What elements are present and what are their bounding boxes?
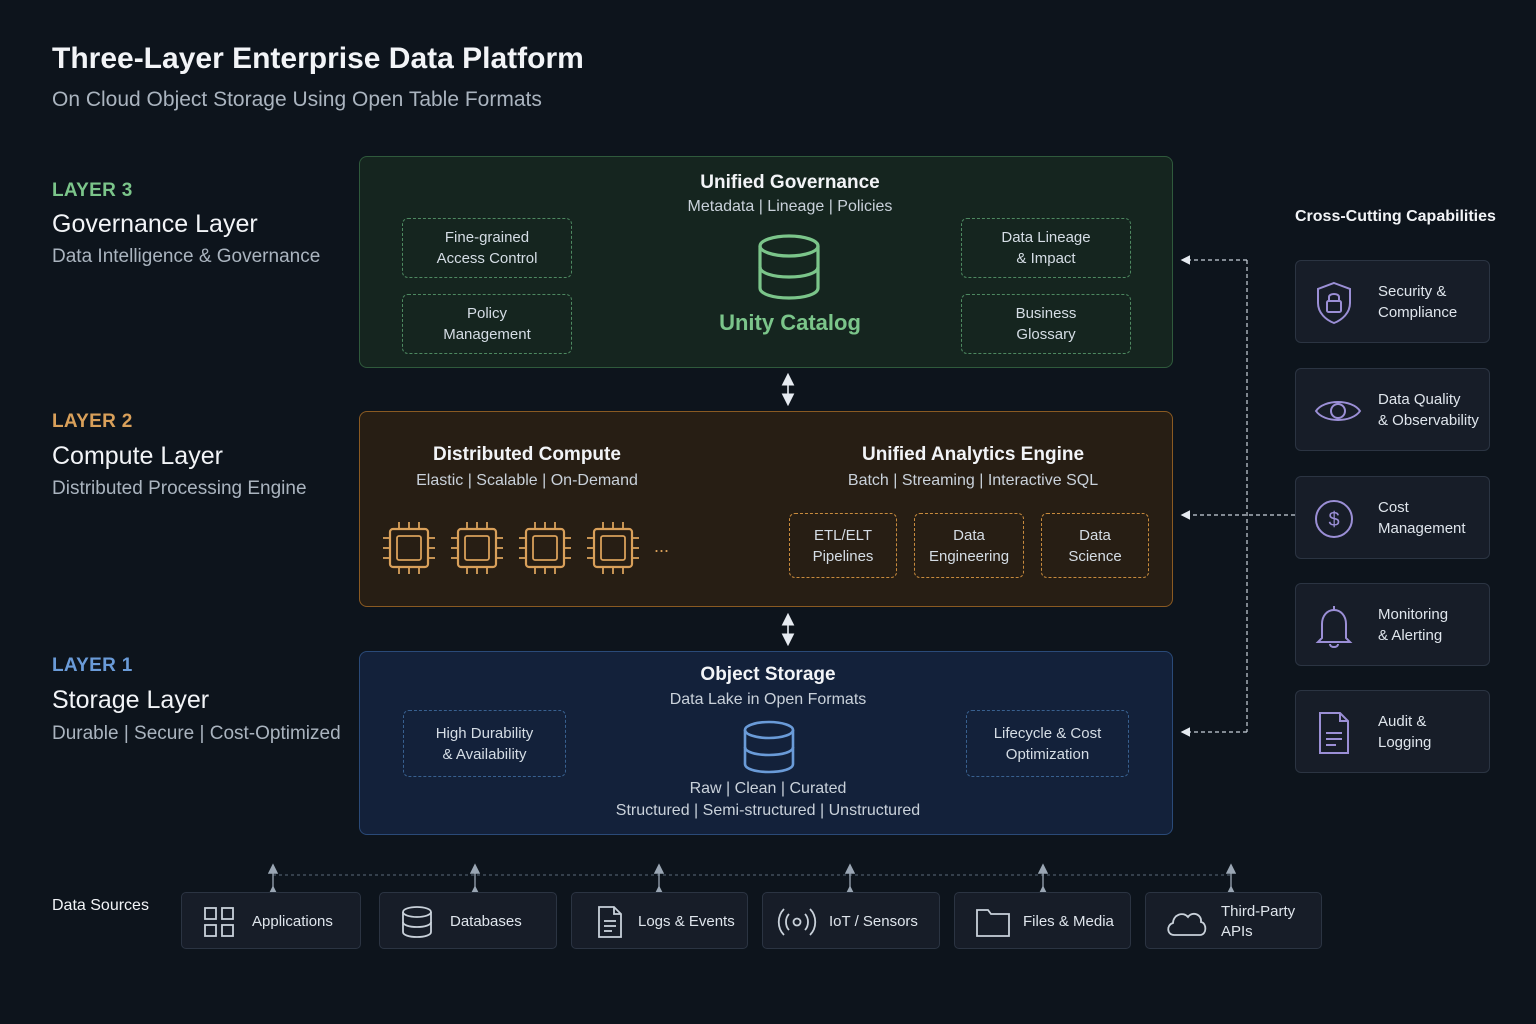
eye-icon — [1314, 401, 1362, 421]
source-logs-events-label: Logs & Events — [638, 912, 735, 930]
governance-subtitle: Metadata | Lineage | Policies — [687, 198, 893, 215]
cpu-chip-icon — [585, 520, 641, 576]
data-lineage-label: Data Lineage & Impact — [1001, 229, 1091, 267]
object-storage-subtitle: Data Lake in Open Formats — [669, 691, 867, 708]
source-databases: Databases — [379, 892, 557, 949]
cross-cutting-title: Cross-Cutting Capabilities — [1295, 208, 1496, 225]
bell-icon — [1315, 606, 1353, 648]
shield-lock-icon — [1317, 281, 1351, 325]
folder-icon — [976, 909, 1010, 937]
audit-logging-label: Audit & Logging — [1378, 713, 1432, 751]
data-science-box: Data Science — [1041, 513, 1149, 578]
data-sources-title: Data Sources — [52, 897, 149, 914]
etl-pipelines-box: ETL/ELT Pipelines — [789, 513, 897, 578]
svg-text:$: $ — [1328, 509, 1339, 531]
dollar-icon: $ — [1315, 500, 1353, 538]
broadcast-icon — [777, 908, 817, 936]
data-science-label: Data Science — [1068, 526, 1122, 565]
cost-management-card: $ Cost Management — [1295, 476, 1490, 559]
lifecycle-cost-box: Lifecycle & Cost Optimization — [966, 710, 1129, 777]
source-files-media: Files & Media — [954, 892, 1131, 949]
audit-logging-card: Audit & Logging — [1295, 690, 1490, 773]
monitoring-alerting-label: Monitoring & Alerting — [1378, 606, 1449, 644]
data-quality-label: Data Quality & Observability — [1378, 391, 1479, 429]
distributed-compute-subtitle: Elastic | Scalable | On-Demand — [416, 472, 638, 489]
source-applications: Applications — [181, 892, 361, 949]
document-icon — [598, 906, 622, 938]
cpu-chips-group — [381, 520, 641, 576]
cpu-chip-icon — [381, 520, 437, 576]
governance-title: Unified Governance — [700, 172, 880, 193]
policy-management-box: Policy Management — [402, 294, 572, 354]
security-compliance-card: Security & Compliance — [1295, 260, 1490, 343]
high-durability-box: High Durability & Availability — [403, 710, 566, 777]
storage-zones: Raw | Clean | Curated — [689, 780, 847, 797]
analytics-engine-subtitle: Batch | Streaming | Interactive SQL — [847, 472, 1099, 489]
cost-management-label: Cost Management — [1378, 499, 1466, 537]
analytics-engine-title: Unified Analytics Engine — [861, 444, 1085, 465]
data-engineering-label: Data Engineering — [928, 526, 1010, 565]
source-databases-label: Databases — [450, 912, 522, 930]
access-control-label: Fine-grained Access Control — [436, 229, 538, 267]
object-storage-database-icon — [743, 720, 795, 774]
more-nodes-ellipsis: ... — [654, 536, 670, 556]
cpu-chip-icon — [517, 520, 573, 576]
business-glossary-label: Business Glossary — [1015, 305, 1077, 343]
policy-management-label: Policy Management — [443, 305, 531, 343]
grid-icon — [204, 907, 234, 937]
business-glossary-box: Business Glossary — [961, 294, 1131, 354]
storage-data-types: Structured | Semi-structured | Unstructu… — [615, 802, 921, 819]
source-applications-label: Applications — [252, 912, 333, 930]
object-storage-title: Object Storage — [700, 664, 836, 685]
distributed-compute-title: Distributed Compute — [433, 444, 621, 465]
access-control-box: Fine-grained Access Control — [402, 218, 572, 278]
database-icon — [402, 906, 432, 938]
data-lineage-box: Data Lineage & Impact — [961, 218, 1131, 278]
cpu-chip-icon — [449, 520, 505, 576]
data-quality-card: Data Quality & Observability — [1295, 368, 1490, 451]
source-third-party-apis-label: Third-Party APIs — [1221, 902, 1296, 940]
data-engineering-box: Data Engineering — [914, 513, 1024, 578]
lifecycle-cost-label: Lifecycle & Cost Optimization — [993, 724, 1102, 763]
cloud-icon — [1167, 912, 1207, 936]
source-iot-sensors-label: IoT / Sensors — [829, 912, 918, 930]
source-files-media-label: Files & Media — [1023, 912, 1114, 930]
monitoring-alerting-card: Monitoring & Alerting — [1295, 583, 1490, 666]
source-third-party-apis: Third-Party APIs — [1145, 892, 1322, 949]
security-compliance-label: Security & Compliance — [1378, 283, 1458, 321]
unity-catalog-label: Unity Catalog — [719, 310, 861, 335]
unity-catalog-database-icon — [758, 234, 820, 300]
high-durability-label: High Durability & Availability — [435, 724, 534, 763]
source-iot-sensors: IoT / Sensors — [762, 892, 940, 949]
document-icon — [1319, 712, 1349, 754]
source-logs-events: Logs & Events — [571, 892, 748, 949]
etl-pipelines-label: ETL/ELT Pipelines — [812, 526, 874, 565]
